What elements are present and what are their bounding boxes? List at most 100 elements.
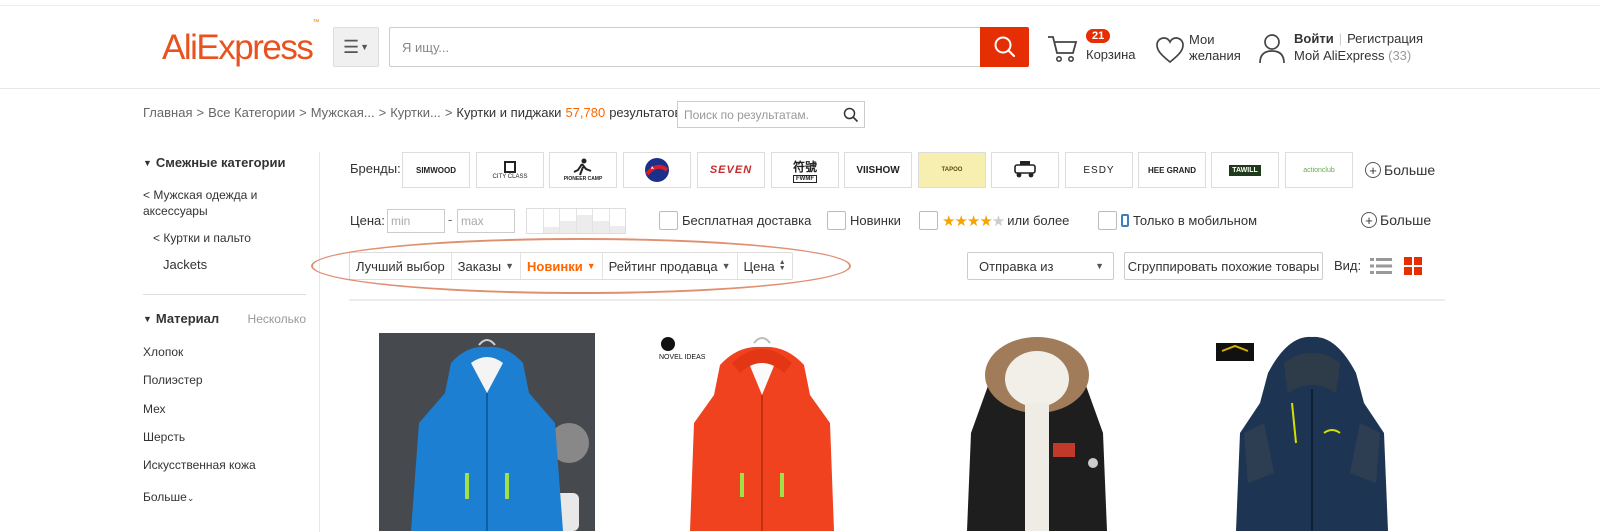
brand-actionclub[interactable]: actionclub <box>1285 152 1353 188</box>
mobile-phone-icon <box>1121 214 1129 227</box>
rating-filter[interactable]: ★★★★★ или более <box>919 211 1069 230</box>
group-similar-button[interactable]: Сгруппировать похожие товары <box>1124 252 1323 280</box>
caret-down-icon: ▼ <box>1095 261 1104 271</box>
user-icon <box>1259 34 1285 64</box>
brands-more-button[interactable]: + Больше <box>1365 162 1435 178</box>
sort-seller-rating[interactable]: Рейтинг продавца ▼ <box>603 253 738 279</box>
mobile-only-filter[interactable]: Только в мобильном <box>1098 211 1257 230</box>
new-items-filter[interactable]: Новинки <box>827 211 901 230</box>
breadcrumb-home[interactable]: Главная <box>143 105 192 120</box>
search-icon[interactable] <box>843 107 859 123</box>
product-card[interactable] <box>1204 333 1420 531</box>
results-label: результатов <box>609 105 682 120</box>
results-count: 57,780 <box>565 105 606 120</box>
price-bar[interactable] <box>593 209 610 233</box>
checkbox[interactable] <box>919 211 938 230</box>
navy-softshell-jacket-image <box>1204 333 1420 531</box>
search-icon <box>994 36 1015 58</box>
checkbox[interactable] <box>1098 211 1117 230</box>
price-bar-fill <box>560 221 576 233</box>
vehicle-logo-icon <box>1014 161 1036 178</box>
brand-pioneer-camp[interactable]: PIONEER CAMP <box>549 152 617 188</box>
material-option[interactable]: Искусственная кожа <box>143 457 256 473</box>
brand-logo-9[interactable] <box>991 152 1059 188</box>
brand-hee-grand[interactable]: HEE GRAND <box>1138 152 1206 188</box>
ship-from-select[interactable]: Отправка из ▼ <box>967 252 1114 280</box>
brand-esdy[interactable]: ESDY <box>1065 152 1133 188</box>
cart-label: Корзина <box>1086 47 1136 62</box>
brand-logo-6[interactable]: 符號 FWMF <box>771 152 839 188</box>
sort-price[interactable]: Цена ▲ ▼ <box>738 253 792 279</box>
brand-simwood[interactable]: SIMWOOD <box>402 152 470 188</box>
price-bar[interactable] <box>527 209 544 233</box>
login-link[interactable]: Войти <box>1294 31 1334 46</box>
hamburger-icon: ☰ <box>342 36 360 57</box>
register-link[interactable]: Регистрация <box>1347 31 1423 46</box>
my-aliexpress-link[interactable]: Мой AliExpress <box>1294 48 1385 63</box>
free-shipping-filter[interactable]: Бесплатная доставка <box>659 211 811 230</box>
product-card[interactable] <box>379 333 595 531</box>
category-parent-link[interactable]: < Мужская одежда и аксессуары <box>143 187 283 219</box>
brand-tawill[interactable]: TAWILL <box>1211 152 1279 188</box>
sort-best-match[interactable]: Лучший выбор <box>350 253 452 279</box>
search-within-input[interactable] <box>678 102 838 127</box>
related-categories-title[interactable]: ▼ Смежные категории <box>143 155 285 170</box>
price-bar[interactable] <box>543 209 560 233</box>
category-menu-button[interactable]: ☰ ▼ <box>333 27 379 67</box>
site-header: AliExpress™ ☰▼ 21 Корзина Мои желания Во… <box>0 6 1600 89</box>
material-title[interactable]: ▼ Материал Несколько <box>143 311 306 326</box>
brand-seven[interactable]: SEVEN <box>697 152 765 188</box>
list-view-icon[interactable] <box>1370 257 1392 275</box>
triangle-down-icon: ▼ <box>143 313 152 324</box>
brand-city-class[interactable]: CITY CLASS <box>476 152 544 188</box>
round-emblem-icon <box>645 158 669 182</box>
material-option[interactable]: Шерсть <box>143 429 185 445</box>
material-option[interactable]: Хлопок <box>143 344 183 360</box>
blue-jacket-image <box>379 333 595 531</box>
results-divider <box>349 299 1445 301</box>
sort-bar: Лучший выбор Заказы ▼ Новинки ▼ Рейтинг пр… <box>349 252 793 280</box>
category-sub-link[interactable]: < Куртки и пальто <box>153 230 251 246</box>
price-max-input[interactable] <box>457 209 515 233</box>
breadcrumb-mens[interactable]: Мужская... <box>311 105 375 120</box>
sort-orders[interactable]: Заказы ▼ <box>452 253 522 279</box>
breadcrumb-current: Куртки и пиджаки <box>456 105 562 120</box>
material-option[interactable]: Мех <box>143 401 166 417</box>
price-bar-fill <box>593 221 609 233</box>
sort-newest[interactable]: Новинки ▼ <box>521 253 603 279</box>
category-current[interactable]: Jackets <box>163 257 207 273</box>
wishlist-label: Мои желания <box>1189 32 1241 63</box>
grid-view-icon[interactable] <box>1404 257 1422 275</box>
price-bar[interactable] <box>560 209 577 233</box>
brand-viishow[interactable]: VIISHOW <box>844 152 912 188</box>
price-bar[interactable] <box>609 209 625 233</box>
checkbox[interactable] <box>659 211 678 230</box>
view-label: Вид: <box>1334 258 1362 273</box>
product-card[interactable] <box>929 333 1145 531</box>
breadcrumb-all-categories[interactable]: Все Категории <box>208 105 295 120</box>
material-more-link[interactable]: Больше⌄ <box>143 489 194 506</box>
logo-subtitle: FWMF <box>793 174 817 183</box>
wishlist-link[interactable]: Мои желания <box>1155 32 1255 72</box>
caret-down-icon: ▼ <box>721 261 731 271</box>
product-card[interactable]: NOVEL IDEAS <box>654 333 870 531</box>
brand-tapoo[interactable]: TAPOO <box>918 152 986 188</box>
price-bar[interactable] <box>576 209 593 233</box>
search-input[interactable] <box>389 27 981 67</box>
checkbox[interactable] <box>827 211 846 230</box>
cart-count-badge: 21 <box>1086 29 1111 43</box>
material-multi-select[interactable]: Несколько <box>248 312 306 326</box>
my-aliexpress-count: (33) <box>1388 48 1412 63</box>
price-distribution-bars[interactable] <box>526 208 626 234</box>
price-min-input[interactable] <box>387 209 445 233</box>
aliexpress-logo[interactable]: AliExpress™ <box>162 19 319 68</box>
cart-link[interactable]: 21 Корзина <box>1047 29 1142 72</box>
caret-down-icon: ▼ <box>360 42 370 52</box>
brand-logo-4[interactable] <box>623 152 691 188</box>
divider: | <box>1338 31 1343 46</box>
material-option[interactable]: Полиэстер <box>143 372 203 388</box>
search-button[interactable] <box>980 27 1029 67</box>
breadcrumb-jackets-coats[interactable]: Куртки... <box>390 105 441 120</box>
sort-updown-icon: ▲ ▼ <box>778 259 786 272</box>
filters-more-button[interactable]: + Больше <box>1361 212 1431 228</box>
